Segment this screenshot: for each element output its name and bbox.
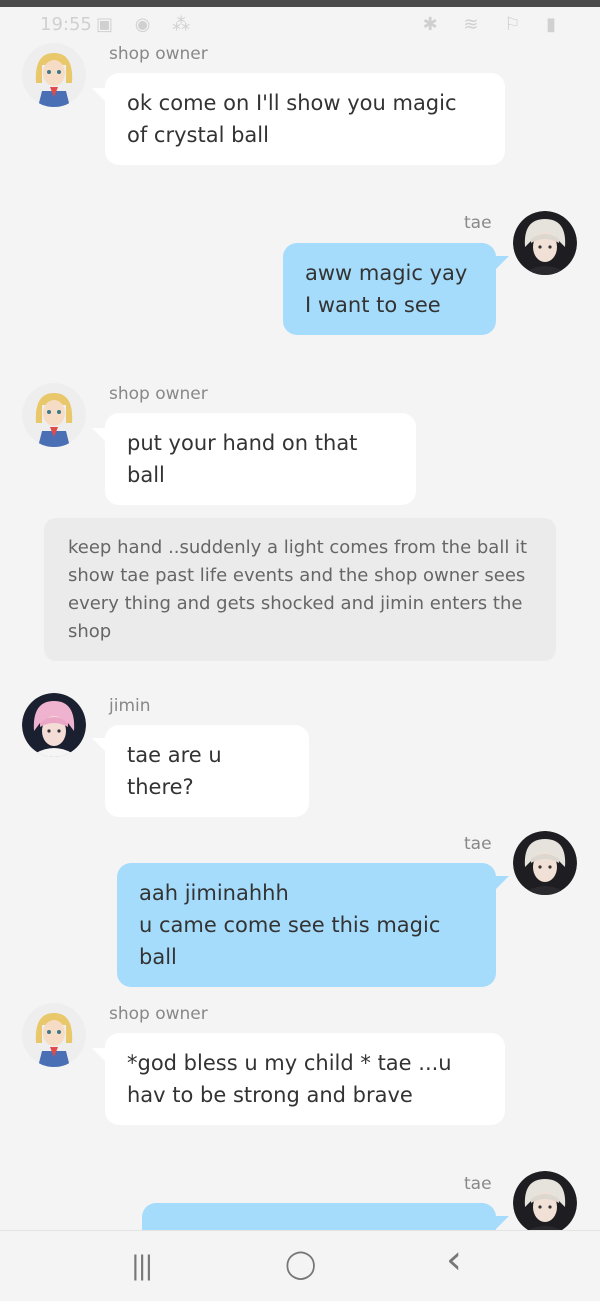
home-button[interactable]: ◯ [285,1247,316,1280]
tae-avatar[interactable] [513,831,577,895]
status-time: 19:55 [40,14,92,35]
status-bar: 19:55 ▣ ◉ ⁂ ✱ ≋ ⚐ ▮ [0,7,600,43]
message-bubble[interactable] [142,1203,496,1230]
message-row: jimin tae are u there? [0,690,600,817]
sender-name: jimin [109,696,151,716]
navigation-bar: ||| ◯ ‹ [0,1230,600,1301]
back-button[interactable]: ‹ [446,1237,462,1283]
message-row: shop owner ok come on I'll show you magi… [0,40,600,170]
message-row: tae aww magic yay I want to see [0,208,600,338]
sender-name: shop owner [109,44,208,64]
message-bubble[interactable]: *god bless u my child * tae ...u hav to … [105,1033,505,1125]
tae-avatar[interactable] [513,211,577,275]
narration-block[interactable]: keep hand ..suddenly a light comes from … [44,518,556,661]
system-status-icons: ✱ ≋ ⚐ ▮ [422,14,566,35]
message-bubble[interactable]: aww magic yay I want to see [283,243,496,335]
message-row: shop owner put your hand on that ball [0,380,600,505]
sender-name: shop owner [109,384,208,404]
bubble-tail [92,1048,106,1062]
bubble-tail [495,256,509,270]
sender-name: tae [464,213,492,233]
message-row: tae aah jiminahhh u came come see this m… [0,828,600,987]
message-bubble[interactable]: ok come on I'll show you magic of crysta… [105,73,505,165]
recents-button[interactable]: ||| [131,1251,153,1281]
message-row: tae [0,1168,600,1230]
shop-owner-avatar[interactable] [22,43,86,107]
message-bubble[interactable]: put your hand on that ball [105,413,416,505]
tae-avatar[interactable] [513,1171,577,1230]
bubble-tail [495,876,509,890]
bubble-tail [92,88,106,102]
message-bubble[interactable]: aah jiminahhh u came come see this magic… [117,863,496,987]
notification-icons: ▣ ◉ ⁂ [96,14,199,35]
jimin-avatar[interactable] [22,693,86,757]
bubble-tail [92,428,106,442]
message-row: shop owner *god bless u my child * tae .… [0,1000,600,1130]
shop-owner-avatar[interactable] [22,1003,86,1067]
sender-name: shop owner [109,1004,208,1024]
message-bubble[interactable]: tae are u there? [105,725,309,817]
bubble-tail [495,1216,509,1230]
shop-owner-avatar[interactable] [22,383,86,447]
bubble-tail [92,738,106,752]
sender-name: tae [464,834,492,854]
sender-name: tae [464,1174,492,1194]
top-edge-bar [0,0,600,7]
